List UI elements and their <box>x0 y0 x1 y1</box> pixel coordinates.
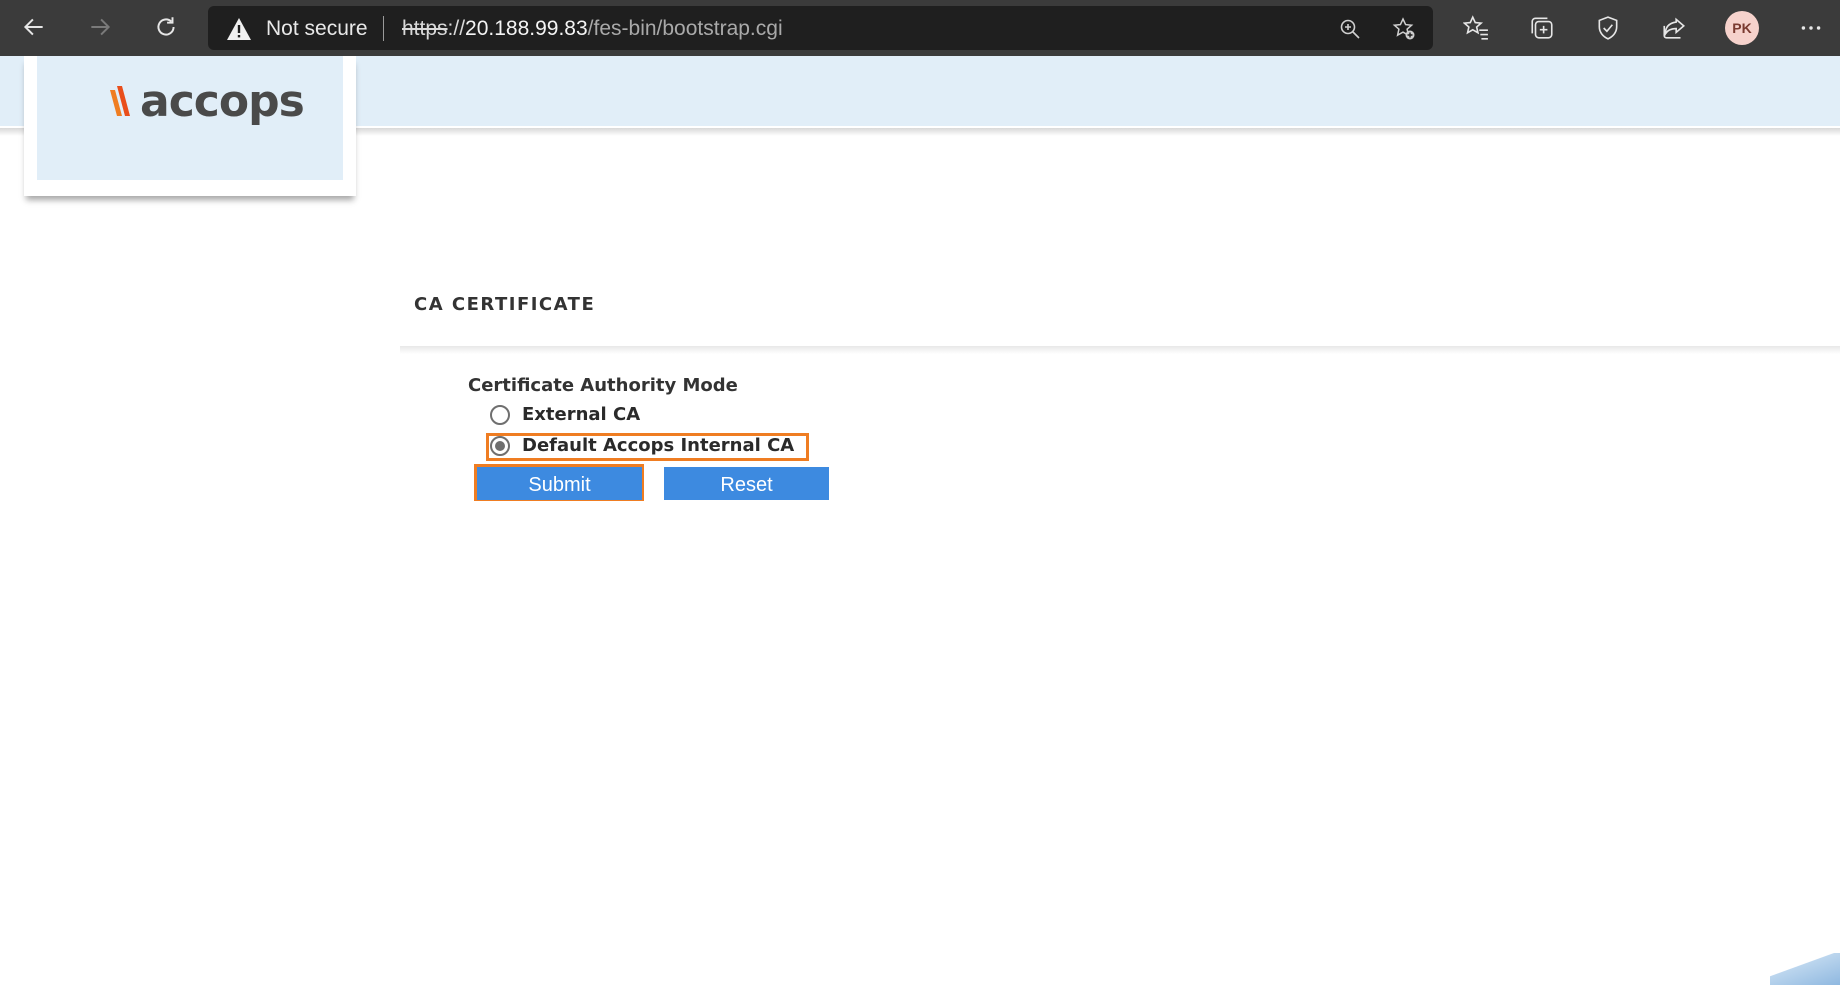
reset-button[interactable]: Reset <box>664 467 829 500</box>
radio-selected-dot <box>495 440 505 451</box>
forward-button[interactable] <box>78 6 122 48</box>
forward-icon <box>91 18 111 36</box>
more-icon <box>1801 26 1821 30</box>
add-favorite-icon <box>1392 17 1415 40</box>
radio-button-selected[interactable] <box>490 435 510 456</box>
back-button[interactable] <box>12 6 56 48</box>
radio-default-internal-ca[interactable]: Default Accops Internal CA <box>490 435 794 456</box>
section-title: CA CERTIFICATE <box>414 294 596 315</box>
browser-essentials-icon <box>1598 16 1618 40</box>
submit-button[interactable]: Submit <box>477 467 642 500</box>
share-icon <box>1663 17 1685 39</box>
logo-text: accops <box>140 76 305 127</box>
url-path: /fes-bin/bootstrap.cgi <box>587 17 783 40</box>
add-favorite-button[interactable] <box>1390 15 1418 43</box>
more-button[interactable] <box>1795 12 1827 44</box>
section-divider <box>400 346 1840 354</box>
url-separator: :// <box>447 17 466 40</box>
profile-avatar[interactable]: PK <box>1725 11 1759 45</box>
security-status-label[interactable]: Not secure <box>266 17 368 41</box>
browser-toolbar: Not secure https://20.188.99.83/fes-bin/… <box>0 0 1840 56</box>
url-host: 20.188.99.83 <box>465 17 588 40</box>
collections-button[interactable] <box>1526 12 1558 44</box>
share-button[interactable] <box>1658 12 1690 44</box>
zoom-icon <box>1340 19 1360 39</box>
radio-label-external-ca: External CA <box>522 404 641 425</box>
warning-icon[interactable] <box>226 17 252 41</box>
radio-label-default-internal-ca: Default Accops Internal CA <box>522 435 795 456</box>
browser-essentials-button[interactable] <box>1592 12 1624 44</box>
address-separator <box>383 16 384 41</box>
address-bar[interactable]: Not secure https://20.188.99.83/fes-bin/… <box>208 6 1433 50</box>
corner-decoration <box>1770 953 1840 985</box>
url-text[interactable]: https://20.188.99.83/fes-bin/bootstrap.c… <box>402 17 783 41</box>
radio-external-ca[interactable]: External CA <box>490 404 640 425</box>
refresh-button[interactable] <box>144 6 188 48</box>
favorites-button[interactable] <box>1460 12 1492 44</box>
ca-mode-label: Certificate Authority Mode <box>468 375 738 396</box>
url-scheme: https <box>402 17 448 40</box>
collections-icon <box>1531 17 1553 39</box>
radio-button-unselected[interactable] <box>490 404 510 425</box>
favorites-icon <box>1463 15 1488 40</box>
zoom-button[interactable] <box>1336 15 1364 43</box>
back-icon <box>23 18 43 36</box>
refresh-icon <box>157 17 175 36</box>
